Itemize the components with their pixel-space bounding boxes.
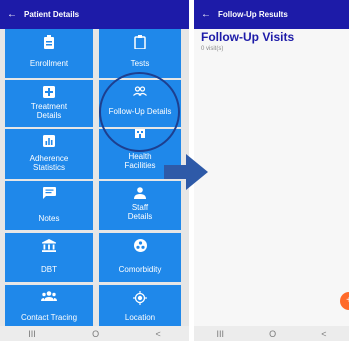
- tile-treatment-details[interactable]: Treatment Details: [5, 80, 93, 127]
- tile-label: Contact Tracing: [20, 313, 78, 322]
- location-target-icon: [99, 291, 181, 305]
- back-arrow-icon[interactable]: ←: [0, 9, 24, 20]
- tiles-grid: Enrollment Tests Treatment Details Follo…: [0, 29, 189, 326]
- android-nav-bar: III O <: [0, 326, 189, 341]
- clipboard-id-icon: [5, 35, 93, 49]
- notes-icon: [5, 187, 93, 199]
- medical-plus-icon: [5, 86, 93, 98]
- tile-label: Comorbidity: [118, 265, 162, 274]
- tile-tests[interactable]: Tests: [99, 29, 181, 78]
- home-button[interactable]: O: [92, 329, 99, 339]
- tile-contact-tracing[interactable]: Contact Tracing: [5, 285, 93, 326]
- tile-label: Enrollment: [29, 59, 69, 68]
- tile-label: Treatment Details: [30, 102, 68, 120]
- tile-enrollment[interactable]: Enrollment: [5, 29, 93, 78]
- patient-details-screen: ← Patient Details Enrollment Tests Treat…: [0, 0, 189, 341]
- tile-location[interactable]: Location: [99, 285, 181, 326]
- tile-label: Tests: [130, 59, 150, 68]
- tile-dbt[interactable]: DBT: [5, 233, 93, 282]
- add-visit-button[interactable]: +: [340, 292, 349, 310]
- annotation-arrow-icon: [164, 154, 208, 190]
- recent-apps-button[interactable]: III: [217, 329, 225, 339]
- app-bar: ← Follow-Up Results: [194, 0, 349, 29]
- tile-label: Notes: [38, 214, 60, 223]
- tile-notes[interactable]: Notes: [5, 181, 93, 230]
- recent-apps-button[interactable]: III: [28, 329, 36, 339]
- follow-up-results-screen: ← Follow-Up Results Follow-Up Visits 0 v…: [194, 0, 349, 341]
- group-icon: [5, 291, 93, 301]
- page-title: Follow-Up Visits: [201, 30, 295, 44]
- tile-label: Adherence Statistics: [29, 154, 69, 172]
- biohazard-icon: [99, 239, 181, 252]
- home-button[interactable]: O: [269, 329, 276, 339]
- back-arrow-icon[interactable]: ←: [194, 9, 218, 20]
- bank-icon: [5, 239, 93, 252]
- bar-chart-icon: [5, 135, 93, 147]
- visit-count: 0 visit(s): [201, 46, 224, 52]
- app-bar: ← Patient Details: [0, 0, 189, 29]
- annotation-highlight-circle: [99, 72, 180, 152]
- screen-title: Patient Details: [24, 10, 80, 19]
- tile-adherence-statistics[interactable]: Adherence Statistics: [5, 129, 93, 179]
- system-back-button[interactable]: <: [156, 329, 161, 339]
- tile-comorbidity[interactable]: Comorbidity: [99, 233, 181, 282]
- android-nav-bar: III O <: [194, 326, 349, 341]
- system-back-button[interactable]: <: [321, 329, 326, 339]
- tile-label: DBT: [41, 265, 57, 274]
- tile-label: Staff Details: [127, 203, 153, 221]
- screen-title: Follow-Up Results: [218, 10, 288, 19]
- tile-label: Location: [124, 313, 156, 322]
- clipboard-icon: [99, 35, 181, 49]
